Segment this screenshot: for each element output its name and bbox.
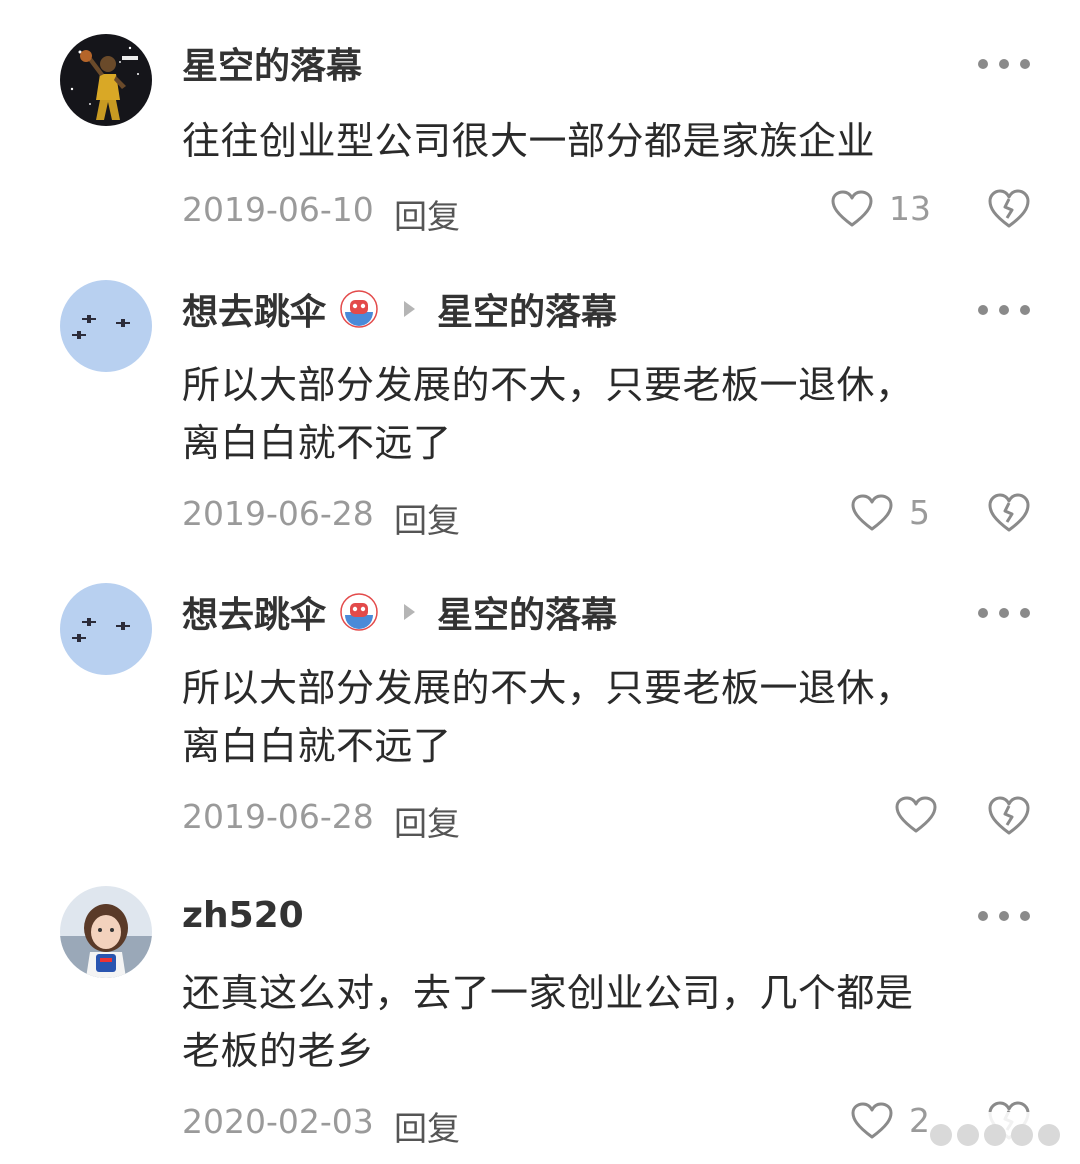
more-dots-icon xyxy=(978,911,988,921)
comment-date: 2019-06-28 xyxy=(182,494,374,533)
more-options-button[interactable] xyxy=(978,300,1030,320)
comment-text: 往往创业型公司很大一部分都是家族企业 xyxy=(182,119,876,163)
more-options-button[interactable] xyxy=(978,906,1030,926)
like-button[interactable]: 2 xyxy=(851,1101,930,1140)
heart-outline-icon xyxy=(851,494,893,530)
reply-to-username[interactable]: 星空的落幕 xyxy=(437,283,617,335)
reply-button[interactable]: 回复 xyxy=(394,1102,460,1150)
comment-text: 所以大部分发展的不大，只要老板一退休， 离白白就不远了 xyxy=(182,666,914,768)
comment-text: 所以大部分发展的不大，只要老板一退休， 离白白就不远了 xyxy=(182,363,914,465)
comment-date: 2019-06-28 xyxy=(182,797,374,836)
reply-to-arrow-icon xyxy=(404,301,416,317)
broken-heart-icon xyxy=(988,796,1030,835)
avatar[interactable] xyxy=(60,583,152,675)
like-count: 13 xyxy=(889,189,931,228)
heart-outline-icon xyxy=(895,796,937,833)
more-options-button[interactable] xyxy=(978,54,1030,74)
avatar[interactable] xyxy=(60,886,152,978)
username[interactable]: 星空的落幕 xyxy=(182,37,362,89)
comment-date: 2020-02-03 xyxy=(182,1102,374,1141)
username[interactable]: 想去跳伞 xyxy=(182,586,326,638)
username[interactable]: zh520 xyxy=(182,895,304,936)
like-count: 2 xyxy=(909,1101,930,1140)
avatar[interactable] xyxy=(60,34,152,126)
comment-text: 还真这么对，去了一家创业公司，几个都是 老板的老乡 xyxy=(182,971,914,1073)
comment-item: 想去跳伞 星空的落幕 所以大部分发展的不大，只要老板一退休， 离白白就不远了 2… xyxy=(0,250,1080,555)
comment-item: zh520 还真这么对，去了一家创业公司，几个都是 老板的老乡 2020-02-… xyxy=(0,860,1080,1164)
more-dots-icon xyxy=(978,59,988,69)
reply-button[interactable]: 回复 xyxy=(394,190,460,238)
avatar[interactable] xyxy=(60,280,152,372)
more-options-button[interactable] xyxy=(978,603,1030,623)
red-mascot-badge-icon xyxy=(340,593,378,631)
more-dots-icon xyxy=(978,608,988,618)
like-button[interactable]: 13 xyxy=(831,189,931,228)
broken-heart-icon xyxy=(988,189,1030,228)
dislike-button[interactable] xyxy=(988,189,1030,229)
red-mascot-badge-icon xyxy=(340,290,378,328)
reply-button[interactable]: 回复 xyxy=(394,494,460,542)
comment-item: 想去跳伞 星空的落幕 所以大部分发展的不大，只要老板一退休， 离白白就不远了 2… xyxy=(0,555,1080,860)
heart-outline-icon xyxy=(851,1102,893,1138)
comment-date: 2019-06-10 xyxy=(182,190,374,229)
dislike-button[interactable] xyxy=(988,493,1030,533)
more-dots-icon xyxy=(978,305,988,315)
watermark xyxy=(930,1112,1075,1158)
like-count: 5 xyxy=(909,493,930,532)
like-button[interactable] xyxy=(895,796,937,834)
broken-heart-icon xyxy=(988,493,1030,532)
heart-outline-icon xyxy=(831,190,873,226)
reply-to-arrow-icon xyxy=(404,604,416,620)
reply-to-username[interactable]: 星空的落幕 xyxy=(437,586,617,638)
dislike-button[interactable] xyxy=(988,796,1030,836)
like-button[interactable]: 5 xyxy=(851,493,930,532)
comment-item: 星空的落幕 往往创业型公司很大一部分都是家族企业 2019-06-10 回复 1… xyxy=(0,0,1080,250)
reply-button[interactable]: 回复 xyxy=(394,797,460,845)
username[interactable]: 想去跳伞 xyxy=(182,283,326,335)
